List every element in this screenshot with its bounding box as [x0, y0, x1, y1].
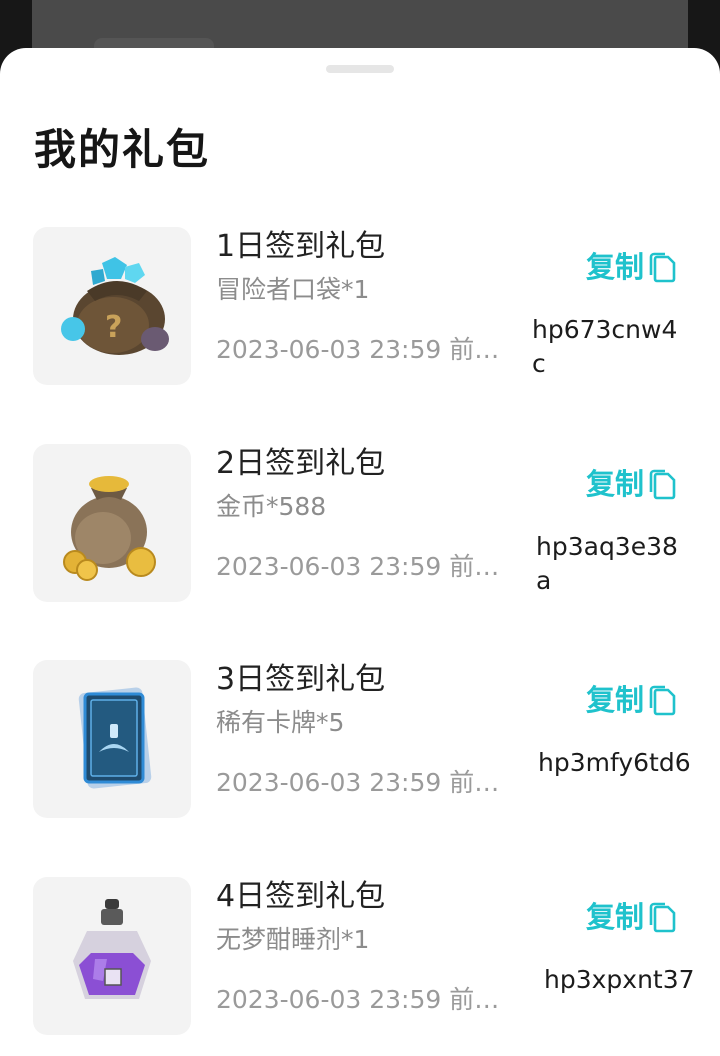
copy-button[interactable]: 复制 — [586, 897, 676, 937]
sheet-drag-handle[interactable] — [326, 65, 394, 73]
gift-content: 稀有卡牌*5 — [216, 708, 345, 737]
svg-text:?: ? — [105, 310, 122, 345]
gift-thumbnail — [33, 660, 191, 818]
gift-item: 2日签到礼包 金币*588 2023-06-03 23:59 前有效 复制 hp… — [0, 444, 720, 614]
rare-card-icon — [78, 687, 152, 789]
copy-button[interactable]: 复制 — [586, 680, 676, 720]
gift-expiry-date: 2023-06-03 23:59 前有效 — [216, 768, 514, 797]
gift-content: 冒险者口袋*1 — [216, 275, 370, 304]
gift-item: 4日签到礼包 无梦酣睡剂*1 2023-06-03 23:59 前有效 复制 h… — [0, 877, 720, 1047]
copy-label: 复制 — [586, 683, 645, 717]
copy-label: 复制 — [586, 900, 645, 934]
gift-content: 金币*588 — [216, 492, 327, 521]
copy-button[interactable]: 复制 — [586, 247, 676, 287]
copy-icon — [649, 685, 676, 716]
gift-bottom-sheet: 我的礼包 ? 1日签到礼包 冒险者口袋*1 2023-06-03 23:59 前… — [0, 48, 720, 1056]
gift-item: 3日签到礼包 稀有卡牌*5 2023-06-03 23:59 前有效 复制 hp… — [0, 660, 720, 830]
copy-button[interactable]: 复制 — [586, 464, 676, 504]
gift-expiry-date: 2023-06-03 23:59 前有效 — [216, 335, 514, 364]
adventurer-pouch-icon: ? — [61, 257, 169, 355]
gift-expiry-date: 2023-06-03 23:59 前有效 — [216, 552, 514, 581]
copy-icon — [649, 252, 676, 283]
gift-code: hp3aq3e38a — [536, 532, 678, 595]
gift-code: hp3xpxnt37 — [544, 965, 695, 994]
gift-item: ? 1日签到礼包 冒险者口袋*1 2023-06-03 23:59 前有效 复制… — [0, 227, 720, 397]
gift-code: hp673cnw4c — [532, 315, 678, 378]
sleep-potion-icon — [73, 899, 151, 999]
gift-name: 3日签到礼包 — [216, 662, 386, 697]
copy-label: 复制 — [586, 250, 645, 284]
gift-name: 2日签到礼包 — [216, 446, 386, 481]
page-title: 我的礼包 — [34, 125, 211, 174]
gift-expiry-date: 2023-06-03 23:59 前有效 — [216, 985, 514, 1014]
gift-thumbnail — [33, 444, 191, 602]
copy-icon — [649, 469, 676, 500]
gift-thumbnail: ? — [33, 227, 191, 385]
gift-name: 1日签到礼包 — [216, 229, 386, 264]
gift-code: hp3mfy6td6 — [538, 748, 691, 777]
gift-content: 无梦酣睡剂*1 — [216, 925, 370, 954]
gold-coin-bag-icon — [63, 476, 156, 581]
copy-label: 复制 — [586, 467, 645, 501]
copy-icon — [649, 902, 676, 933]
gift-name: 4日签到礼包 — [216, 879, 386, 914]
gift-thumbnail — [33, 877, 191, 1035]
